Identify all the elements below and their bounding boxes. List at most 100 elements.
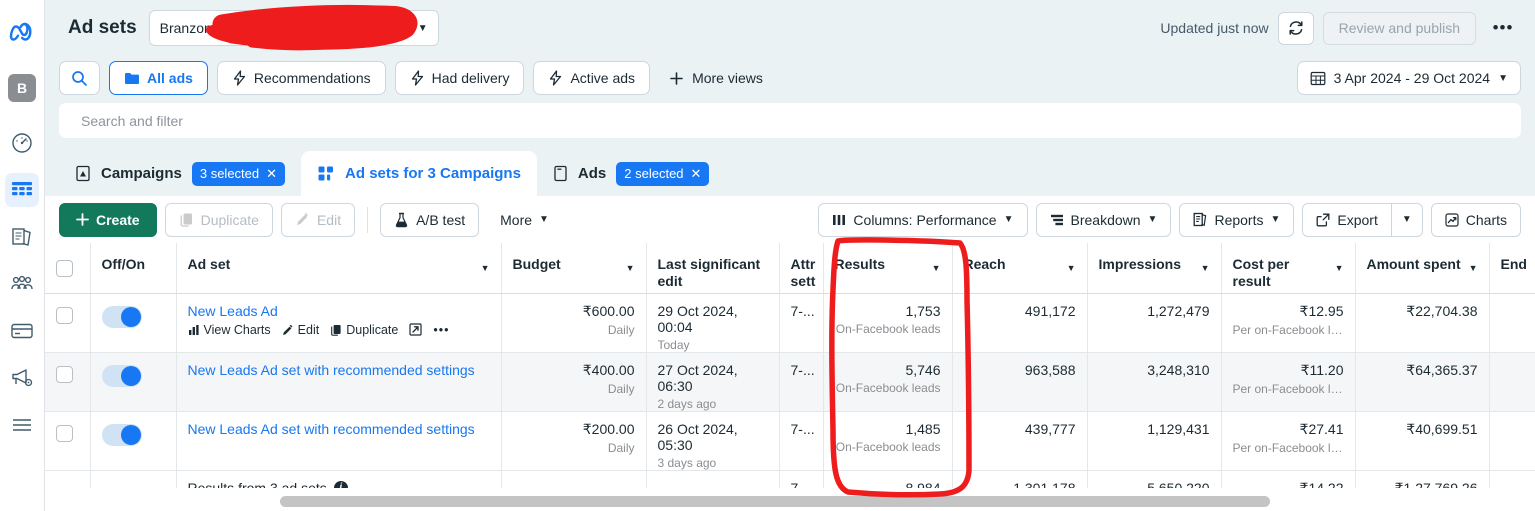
- header-label: Amount spent: [1366, 256, 1461, 272]
- open-external-action[interactable]: [409, 323, 422, 336]
- select-all-checkbox[interactable]: [56, 260, 73, 277]
- header-ad-set[interactable]: Ad set ▼: [176, 243, 502, 294]
- table-row[interactable]: New Leads Ad set with recommended settin…: [45, 411, 1535, 471]
- view-chip-active-ads[interactable]: Active ads: [533, 61, 651, 95]
- attr-value: 7-...: [790, 302, 815, 319]
- megaphone-gear-icon[interactable]: [5, 361, 39, 395]
- meta-logo[interactable]: [7, 16, 37, 46]
- edit-button[interactable]: Edit: [280, 202, 356, 237]
- refresh-button[interactable]: [1277, 11, 1314, 45]
- search-button[interactable]: [59, 61, 100, 95]
- scrollbar-thumb[interactable]: [280, 496, 1270, 507]
- ad-account-select[interactable]: Branzon ▼: [148, 10, 439, 46]
- off-on-toggle[interactable]: [101, 423, 142, 446]
- tab-selected-badge[interactable]: 3 selected ✕: [191, 161, 286, 186]
- more-options-icon[interactable]: •••: [1485, 12, 1521, 45]
- chevron-down-icon[interactable]: ▼: [1469, 256, 1478, 277]
- header-cost-per-result[interactable]: Cost per result ▼: [1221, 243, 1356, 294]
- chevron-down-icon[interactable]: ▼: [932, 256, 941, 277]
- header-reach[interactable]: Reach ▼: [952, 243, 1088, 294]
- edit-action[interactable]: Edit: [282, 323, 319, 337]
- charts-label: Charts: [1465, 211, 1507, 228]
- view-chip-had-delivery[interactable]: Had delivery: [394, 61, 525, 95]
- view-chip-recommendations[interactable]: Recommendations: [216, 61, 386, 95]
- export-button[interactable]: Export: [1302, 202, 1392, 237]
- row-checkbox[interactable]: [56, 306, 73, 324]
- duplicate-button[interactable]: Duplicate: [164, 202, 273, 237]
- row-budget-cell: ₹200.00 Daily: [501, 411, 647, 471]
- duplicate-action[interactable]: Duplicate: [330, 323, 398, 337]
- row-results-cell: 1,485 On-Facebook leads: [823, 411, 953, 471]
- billing-card-icon[interactable]: [5, 314, 39, 348]
- summary-cpr-cell: ₹14.22 Per on-Facebook lea...: [1221, 470, 1356, 488]
- speedometer-icon[interactable]: [5, 126, 39, 160]
- sidebar-item-campaigns[interactable]: [5, 173, 39, 207]
- tab-selected-badge[interactable]: 2 selected ✕: [616, 161, 710, 186]
- horizontal-scrollbar[interactable]: [45, 496, 1535, 507]
- ad-sets-table-wrap[interactable]: Off/On Ad set ▼ Budget ▼ Last significant …: [45, 243, 1535, 488]
- header-label: Last significant edit: [657, 256, 761, 289]
- header-label: Reach: [963, 256, 1006, 272]
- search-filter-wrap: Search and filter: [45, 100, 1535, 144]
- chevron-down-icon[interactable]: ▼: [481, 256, 490, 277]
- ad-set-name-link[interactable]: New Leads Ad: [188, 303, 490, 319]
- select-all-header[interactable]: [45, 243, 91, 294]
- row-toggle-cell[interactable]: [90, 352, 177, 412]
- row-more-actions[interactable]: •••: [433, 323, 449, 337]
- table-row[interactable]: New Leads Ad set with recommended settin…: [45, 352, 1535, 412]
- columns-button[interactable]: Columns: Performance ▼: [818, 202, 1028, 237]
- create-button[interactable]: Create: [59, 202, 157, 237]
- documents-icon[interactable]: [5, 220, 39, 254]
- more-actions-button[interactable]: More ▼: [487, 202, 562, 237]
- tab-ads[interactable]: Ads 2 selected ✕: [537, 151, 726, 196]
- chevron-down-icon[interactable]: ▼: [1335, 256, 1344, 277]
- row-impressions-cell: 3,248,310: [1087, 352, 1222, 412]
- summary-reach: 1,301,178: [1013, 480, 1075, 489]
- header-results[interactable]: Results ▼: [823, 243, 953, 294]
- breakdown-button[interactable]: Breakdown ▼: [1035, 202, 1172, 237]
- tab-ad-sets[interactable]: Ad sets for 3 Campaigns: [301, 151, 537, 196]
- chevron-down-icon[interactable]: ▼: [626, 256, 635, 277]
- header-budget[interactable]: Budget ▼: [501, 243, 647, 294]
- review-and-publish-button[interactable]: Review and publish: [1322, 11, 1476, 45]
- ab-test-button[interactable]: A/B test: [380, 202, 480, 237]
- info-icon[interactable]: i: [333, 480, 348, 488]
- off-on-toggle[interactable]: [101, 364, 142, 387]
- action-label: View Charts: [203, 322, 271, 337]
- export-dropdown-button[interactable]: ▼: [1391, 202, 1423, 237]
- tab-campaigns[interactable]: Campaigns 3 selected ✕: [59, 151, 301, 196]
- row-toggle-cell[interactable]: [90, 411, 177, 471]
- hamburger-menu-icon[interactable]: [5, 408, 39, 442]
- avatar[interactable]: B: [8, 74, 36, 102]
- chevron-down-icon[interactable]: ▼: [1067, 256, 1076, 277]
- close-icon[interactable]: ✕: [266, 166, 277, 182]
- ad-set-name-link[interactable]: New Leads Ad set with recommended settin…: [188, 362, 490, 378]
- view-chip-all-ads[interactable]: All ads: [109, 61, 208, 95]
- close-icon[interactable]: ✕: [691, 166, 702, 182]
- ad-icon: [554, 165, 567, 182]
- header-impressions[interactable]: Impressions ▼: [1087, 243, 1222, 294]
- reports-button[interactable]: Reports ▼: [1179, 202, 1295, 237]
- header-amount-spent[interactable]: Amount spent ▼: [1355, 243, 1490, 294]
- row-select-cell[interactable]: [45, 352, 91, 412]
- charts-button[interactable]: Charts: [1430, 202, 1521, 237]
- row-select-cell[interactable]: [45, 411, 91, 471]
- chevron-down-icon[interactable]: ▼: [1201, 256, 1210, 277]
- header-label: Off/On: [101, 256, 146, 272]
- columns-icon: [833, 214, 846, 225]
- row-checkbox[interactable]: [56, 365, 73, 383]
- row-select-cell[interactable]: [45, 293, 91, 353]
- audience-icon[interactable]: [5, 267, 39, 301]
- row-checkbox[interactable]: [56, 424, 73, 442]
- date-range-picker[interactable]: 3 Apr 2024 - 29 Oct 2024 ▼: [1296, 61, 1521, 95]
- refresh-icon: [1289, 21, 1303, 35]
- table-row[interactable]: New Leads Ad View Charts Edit Duplicate …: [45, 293, 1535, 353]
- row-toggle-cell[interactable]: [90, 293, 177, 353]
- results-value: 1,485: [905, 420, 941, 437]
- off-on-toggle[interactable]: [101, 305, 142, 328]
- row-spent-cell: ₹40,699.51: [1355, 411, 1490, 471]
- search-and-filter-input[interactable]: Search and filter: [59, 103, 1521, 138]
- ad-set-name-link[interactable]: New Leads Ad set with recommended settin…: [188, 421, 490, 437]
- view-charts-action[interactable]: View Charts: [188, 323, 271, 337]
- more-views-button[interactable]: More views: [659, 61, 773, 95]
